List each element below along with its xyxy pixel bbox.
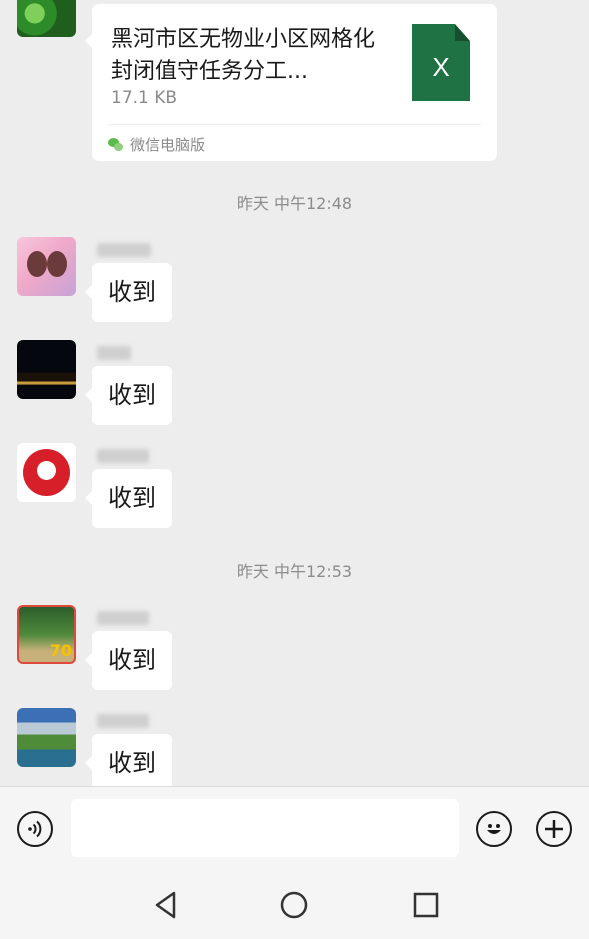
avatar[interactable] — [17, 708, 76, 767]
excel-file-letter: X — [432, 52, 450, 82]
file-source-label: 微信电脑版 — [130, 136, 206, 154]
emoji-icon — [487, 824, 501, 834]
wechat-icon — [108, 137, 124, 152]
back-triangle-icon[interactable] — [150, 888, 184, 922]
emoji-button[interactable] — [476, 811, 512, 847]
message-bubble[interactable]: 收到 — [85, 263, 172, 322]
system-nav-bar — [0, 870, 589, 939]
timestamp: 昨天 中午12:53 — [236, 562, 353, 581]
divider — [108, 124, 481, 125]
message-bubble[interactable]: 收到 — [85, 469, 172, 528]
avatar[interactable] — [17, 340, 76, 399]
input-bar — [0, 786, 589, 870]
file-source: 微信电脑版 — [108, 134, 205, 155]
sender-name-blurred — [97, 449, 149, 463]
plus-icon — [545, 820, 563, 838]
home-circle-icon[interactable] — [277, 888, 311, 922]
excel-file-icon: X — [412, 24, 470, 101]
sender-name-blurred — [97, 714, 149, 728]
recent-square-icon[interactable] — [409, 888, 443, 922]
voice-icon — [28, 820, 42, 838]
avatar[interactable] — [17, 0, 76, 37]
voice-button[interactable] — [17, 811, 53, 847]
file-size: 17.1 KB — [111, 88, 178, 108]
message-bubble[interactable]: 收到 — [85, 734, 172, 786]
sender-name-blurred — [97, 346, 131, 360]
more-button[interactable] — [536, 811, 572, 847]
sender-name-blurred — [97, 243, 151, 257]
message-input[interactable] — [71, 799, 459, 857]
timestamp: 昨天 中午12:48 — [236, 194, 353, 213]
sender-name-blurred — [97, 611, 149, 625]
message-bubble[interactable]: 收到 — [85, 631, 172, 690]
avatar[interactable]: 70 — [17, 605, 76, 664]
file-message-card[interactable]: 黑河市区无物业小区网格化封闭值守任务分工... 17.1 KB X 微信电脑版 — [85, 4, 497, 161]
message-bubble[interactable]: 收到 — [85, 366, 172, 425]
avatar[interactable] — [17, 237, 76, 296]
file-name: 黑河市区无物业小区网格化封闭值守任务分工... — [111, 27, 376, 84]
chat-area[interactable]: 黑河市区无物业小区网格化封闭值守任务分工... 17.1 KB X 微信电脑版 … — [0, 0, 589, 786]
avatar[interactable] — [17, 443, 76, 502]
